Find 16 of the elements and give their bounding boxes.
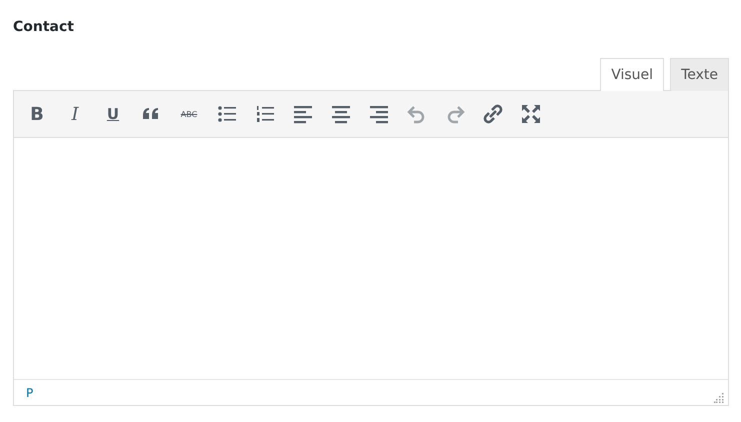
editor-tab[interactable]: Texte [670,58,729,91]
strike-button[interactable]: ABC [174,99,204,129]
field-label: Contact [13,19,75,37]
numbered-list-icon [254,103,276,125]
align-left-icon [292,103,314,125]
italic-button[interactable]: I [60,99,90,129]
element-path[interactable]: P [26,386,34,400]
resize-handle-icon[interactable] [714,393,724,403]
align-center-icon [330,103,352,125]
bold-button[interactable]: B [22,99,52,129]
fullscreen-icon [520,103,542,125]
editor-tab[interactable]: Visuel [600,58,664,91]
underline-button[interactable]: U [98,99,128,129]
link-icon [482,103,504,125]
align-right-icon [368,103,390,125]
bulleted-list-icon [216,103,238,125]
